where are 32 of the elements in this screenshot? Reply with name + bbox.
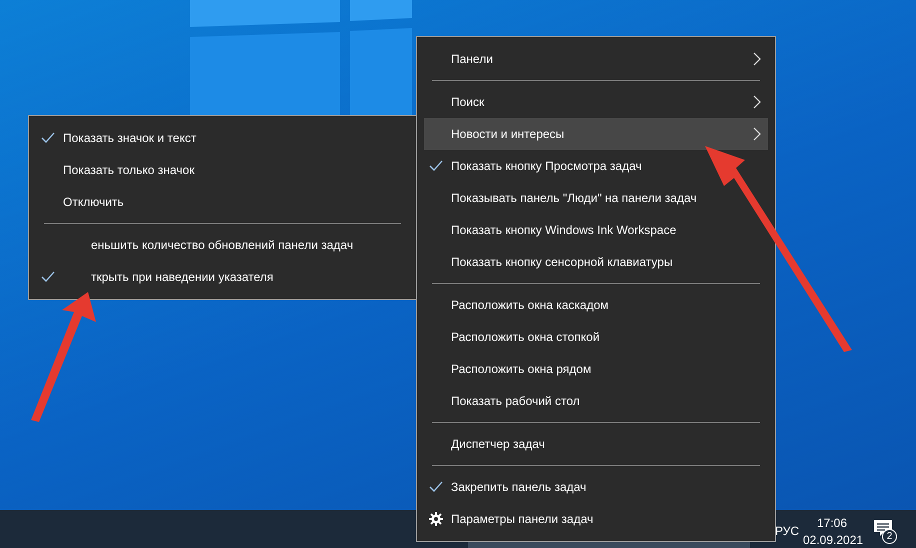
menu-item[interactable]: Поиск	[424, 86, 768, 118]
menu-item[interactable]: Показать только значок	[36, 154, 409, 186]
menu-item[interactable]: Показывать панель "Люди" на панели задач	[424, 182, 768, 214]
language-indicator[interactable]: РУС	[775, 522, 800, 540]
menu-item[interactable]: Панели	[424, 43, 768, 75]
menu-item[interactable]: Показать кнопку сенсорной клавиатуры	[424, 246, 768, 278]
menu-item[interactable]: Показать кнопку Windows Ink Workspace	[424, 214, 768, 246]
menu-item[interactable]: Показать значок и текст	[36, 122, 409, 154]
menu-item[interactable]: Расположить окна стопкой	[424, 321, 768, 353]
chevron-right-icon	[753, 95, 761, 109]
menu-item[interactable]: Отключить	[36, 186, 409, 218]
checkmark-icon	[429, 159, 443, 173]
menu-item[interactable]: Расположить окна рядом	[424, 353, 768, 385]
checkmark-icon	[41, 270, 55, 284]
checkmark-icon	[41, 131, 55, 145]
notification-badge: 2	[882, 529, 897, 544]
menu-item[interactable]: Диспетчер задач	[424, 428, 768, 460]
menu-item[interactable]: Закрепить панель задач	[424, 471, 768, 503]
chevron-right-icon	[753, 52, 761, 66]
settings-icon	[429, 512, 443, 526]
menu-item[interactable]: Показать рабочий стол	[424, 385, 768, 417]
menu-item[interactable]: Параметры панели задач	[424, 503, 768, 535]
menu-item[interactable]: еньшить количество обновлений панели задач	[36, 229, 409, 261]
menu-item[interactable]: Показать кнопку Просмотра задач	[424, 150, 768, 182]
menu-item[interactable]: Новости и интересы	[424, 118, 768, 150]
clock-time[interactable]: 17:06	[817, 514, 848, 532]
checkmark-icon	[429, 480, 443, 494]
clock-date[interactable]: 02.09.2021	[803, 531, 864, 548]
menu-item[interactable]: ткрыть при наведении указателя	[36, 261, 409, 293]
menu-item[interactable]: Расположить окна каскадом	[424, 289, 768, 321]
notification-button[interactable]: 2	[868, 514, 900, 546]
chevron-right-icon	[753, 127, 761, 141]
